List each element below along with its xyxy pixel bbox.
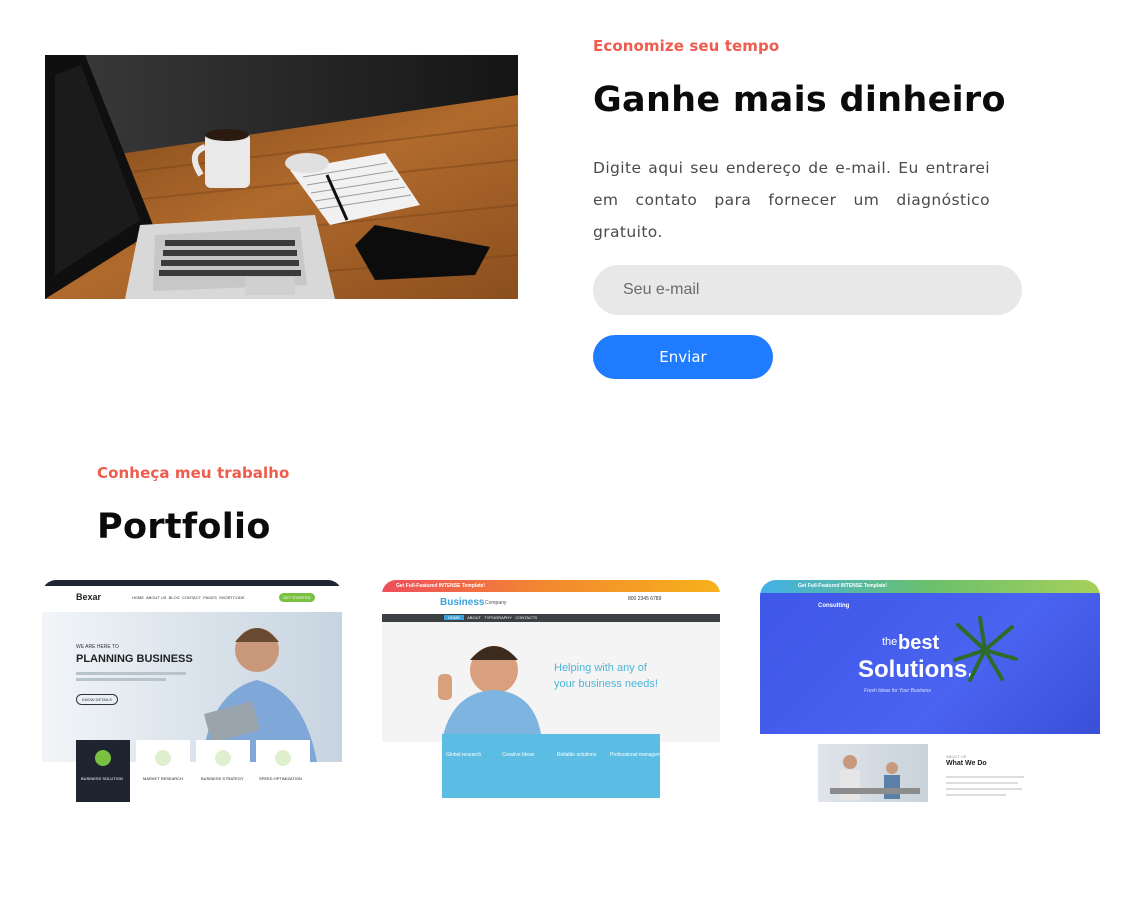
- portfolio-item-business[interactable]: Get Full-Featured INTENSE Template! Busi…: [382, 580, 720, 802]
- consulting-headline-small: the: [882, 636, 898, 648]
- business-feature: Global research: [446, 752, 482, 758]
- portfolio-eyebrow: Conheça meu trabalho: [97, 464, 290, 482]
- consulting-headline-1: best: [898, 632, 940, 654]
- plant-icon: [953, 616, 1018, 682]
- business-headline-1: Helping with any of: [554, 662, 647, 674]
- business-nav: HOME ABOUT TYPOGRAPHY CONTACTS: [444, 615, 537, 620]
- email-input[interactable]: [593, 265, 1022, 315]
- submit-button[interactable]: Enviar: [593, 335, 773, 379]
- business-feature: Creative Ideas: [502, 752, 535, 758]
- newsletter-eyebrow: Economize seu tempo: [593, 37, 780, 55]
- consulting-about-eyebrow: ABOUT US: [946, 754, 967, 759]
- business-phone: 800 2345 6789: [628, 596, 662, 602]
- bexar-card: BUSINESS STRATEGY: [196, 740, 250, 802]
- bexar-nav: HOME ABOUT US BLOG CONTACT PAGES SHORTCO…: [132, 595, 245, 600]
- portfolio-item-bexar[interactable]: Bexar HOME ABOUT US BLOG CONTACT PAGES S…: [42, 580, 342, 802]
- business-feature: Professional management: [610, 752, 669, 758]
- bexar-button: KNOW DETAILS: [76, 694, 118, 705]
- consulting-about-title: What We Do: [946, 760, 987, 767]
- bexar-cta: GET STARTED: [279, 593, 315, 602]
- portfolio-item-consulting[interactable]: Get Full-Featured INTENSE Template! Cons…: [760, 580, 1100, 802]
- business-logo-sub: Company: [485, 600, 507, 606]
- workspace-photo: [45, 55, 518, 299]
- smiling-man-illustration: [438, 646, 542, 740]
- bexar-card: MARKET RESEARCH: [136, 740, 190, 802]
- bexar-headline: PLANNING BUSINESS: [76, 653, 193, 665]
- bexar-card: SPEED OPTIMIZATION: [256, 740, 310, 802]
- newsletter-title: Ganhe mais dinheiro: [593, 80, 1006, 120]
- consulting-banner: Get Full-Featured INTENSE Template!: [798, 583, 888, 589]
- bexar-logo: Bexar: [76, 592, 102, 602]
- newsletter-description: Digite aqui seu endereço de e-mail. Eu e…: [593, 159, 990, 241]
- business-logo: Business: [440, 597, 485, 608]
- consulting-tagline: Fresh Ideas for Your Business: [864, 688, 931, 694]
- portfolio-title: Portfolio: [97, 507, 271, 547]
- meeting-illustration: [830, 755, 920, 800]
- business-feature: Reliable solutions: [557, 752, 597, 758]
- business-headline-2: your business needs!: [554, 678, 658, 690]
- bexar-tagline: WE ARE HERE TO: [76, 644, 119, 650]
- bexar-card: BUSINESS SOLUTION: [76, 740, 130, 802]
- consulting-logo: Consulting: [818, 603, 850, 609]
- business-banner: Get Full-Featured INTENSE Template!: [396, 583, 486, 589]
